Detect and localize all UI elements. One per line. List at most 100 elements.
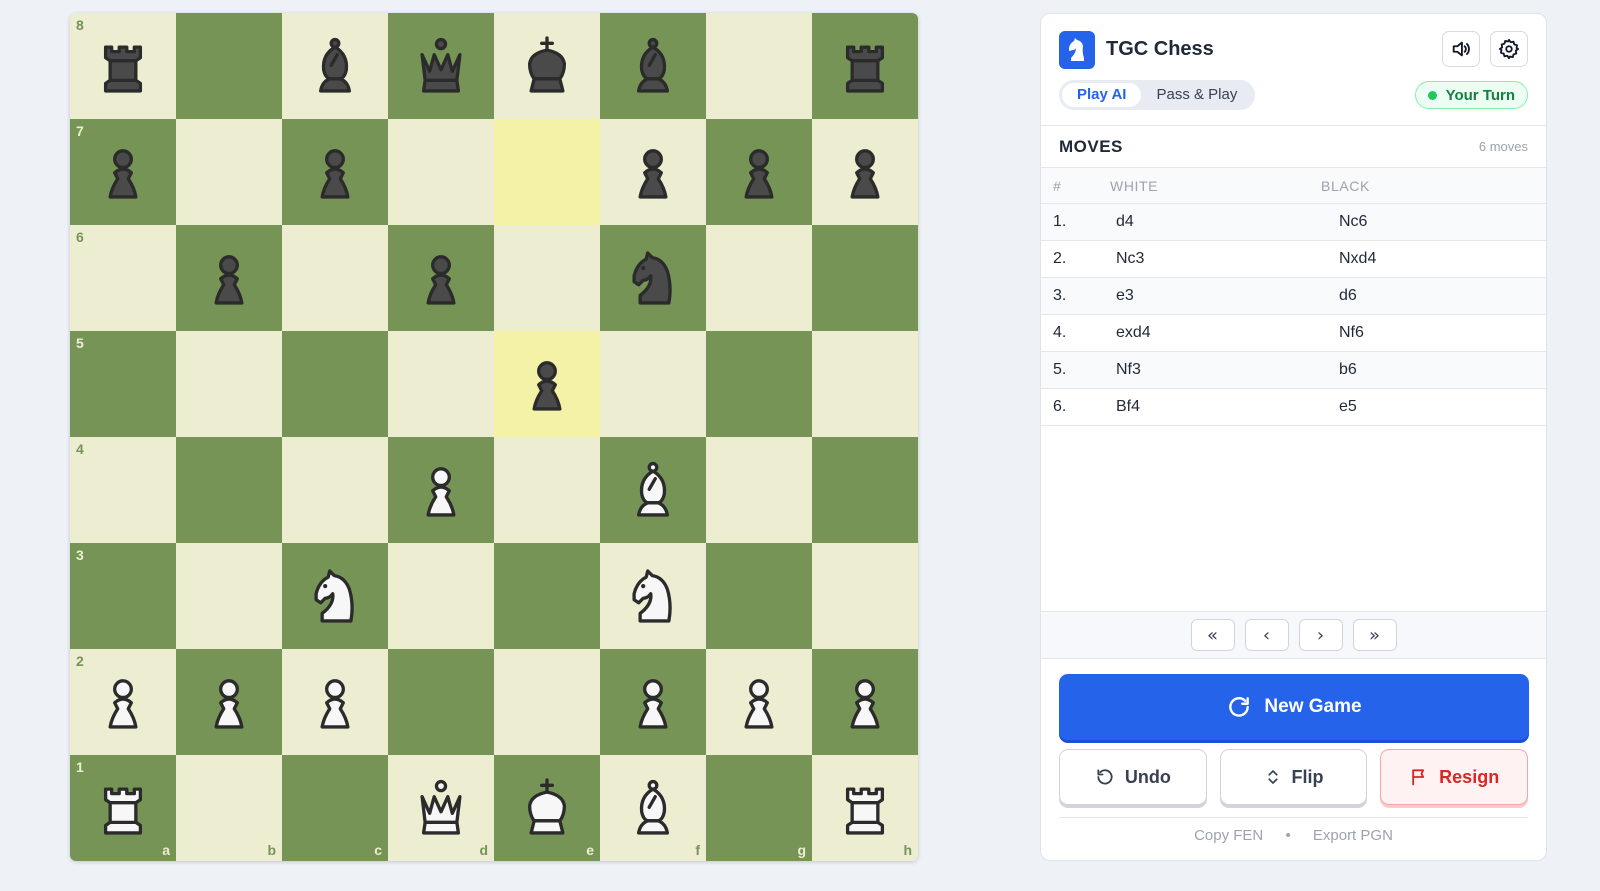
- square-a3[interactable]: 3: [70, 543, 176, 649]
- square-b4[interactable]: [176, 437, 282, 543]
- copy-fen-link[interactable]: Copy FEN: [1194, 827, 1263, 844]
- square-a7[interactable]: 7: [70, 119, 176, 225]
- square-g4[interactable]: [706, 437, 812, 543]
- sound-button[interactable]: [1442, 31, 1480, 67]
- square-d8[interactable]: [388, 13, 494, 119]
- square-c3[interactable]: [282, 543, 388, 649]
- white-queen-icon[interactable]: [407, 774, 475, 842]
- last-move-button[interactable]: »: [1352, 619, 1397, 651]
- square-a5[interactable]: 5: [70, 331, 176, 437]
- square-e3[interactable]: [494, 543, 600, 649]
- square-g8[interactable]: [706, 13, 812, 119]
- square-g3[interactable]: [706, 543, 812, 649]
- square-c6[interactable]: [282, 225, 388, 331]
- white-rook-icon[interactable]: [831, 774, 899, 842]
- square-h3[interactable]: [812, 543, 918, 649]
- square-g6[interactable]: [706, 225, 812, 331]
- white-move[interactable]: d4: [1098, 213, 1324, 231]
- square-a8[interactable]: 8: [70, 13, 176, 119]
- white-king-icon[interactable]: [513, 774, 581, 842]
- square-e7[interactable]: [494, 119, 600, 225]
- square-d2[interactable]: [388, 649, 494, 755]
- square-f3[interactable]: [600, 543, 706, 649]
- white-move[interactable]: e3: [1098, 287, 1324, 305]
- black-bishop-icon[interactable]: [301, 32, 369, 100]
- next-move-button[interactable]: ›: [1298, 619, 1343, 651]
- white-pawn-icon[interactable]: [725, 668, 793, 736]
- first-move-button[interactable]: «: [1190, 619, 1235, 651]
- white-rook-icon[interactable]: [89, 774, 157, 842]
- new-game-button[interactable]: New Game: [1059, 674, 1529, 740]
- square-c4[interactable]: [282, 437, 388, 543]
- white-pawn-icon[interactable]: [89, 668, 157, 736]
- black-move[interactable]: b6: [1324, 361, 1357, 379]
- black-move[interactable]: e5: [1324, 398, 1357, 416]
- black-pawn-icon[interactable]: [407, 244, 475, 312]
- square-b5[interactable]: [176, 331, 282, 437]
- square-b3[interactable]: [176, 543, 282, 649]
- square-h8[interactable]: [812, 13, 918, 119]
- black-pawn-icon[interactable]: [89, 138, 157, 206]
- square-e4[interactable]: [494, 437, 600, 543]
- chess-board[interactable]: 87654321abcdefgh: [70, 13, 918, 861]
- square-e2[interactable]: [494, 649, 600, 755]
- white-pawn-icon[interactable]: [407, 456, 475, 524]
- white-move[interactable]: Nf3: [1098, 361, 1324, 379]
- white-pawn-icon[interactable]: [301, 668, 369, 736]
- white-pawn-icon[interactable]: [831, 668, 899, 736]
- square-b2[interactable]: [176, 649, 282, 755]
- square-a6[interactable]: 6: [70, 225, 176, 331]
- black-queen-icon[interactable]: [407, 32, 475, 100]
- undo-button[interactable]: Undo: [1059, 749, 1207, 805]
- square-h5[interactable]: [812, 331, 918, 437]
- export-pgn-link[interactable]: Export PGN: [1313, 827, 1393, 844]
- black-pawn-icon[interactable]: [301, 138, 369, 206]
- square-f5[interactable]: [600, 331, 706, 437]
- square-g5[interactable]: [706, 331, 812, 437]
- black-move[interactable]: Nxd4: [1324, 250, 1376, 268]
- black-pawn-icon[interactable]: [513, 350, 581, 418]
- black-move[interactable]: d6: [1324, 287, 1357, 305]
- settings-button[interactable]: [1490, 31, 1528, 67]
- square-c7[interactable]: [282, 119, 388, 225]
- square-a2[interactable]: 2: [70, 649, 176, 755]
- square-c8[interactable]: [282, 13, 388, 119]
- square-f2[interactable]: [600, 649, 706, 755]
- square-d3[interactable]: [388, 543, 494, 649]
- square-h4[interactable]: [812, 437, 918, 543]
- square-b6[interactable]: [176, 225, 282, 331]
- square-a4[interactable]: 4: [70, 437, 176, 543]
- black-move[interactable]: Nc6: [1324, 213, 1367, 231]
- white-move[interactable]: exd4: [1098, 324, 1324, 342]
- black-move[interactable]: Nf6: [1324, 324, 1364, 342]
- white-knight-icon[interactable]: [619, 562, 687, 630]
- previous-move-button[interactable]: ‹: [1244, 619, 1289, 651]
- resign-button[interactable]: Resign: [1380, 749, 1529, 805]
- black-king-icon[interactable]: [513, 32, 581, 100]
- black-pawn-icon[interactable]: [725, 138, 793, 206]
- white-bishop-icon[interactable]: [619, 774, 687, 842]
- square-d6[interactable]: [388, 225, 494, 331]
- black-pawn-icon[interactable]: [831, 138, 899, 206]
- square-e1[interactable]: e: [494, 755, 600, 861]
- square-a1[interactable]: 1a: [70, 755, 176, 861]
- square-e5[interactable]: [494, 331, 600, 437]
- square-f6[interactable]: [600, 225, 706, 331]
- square-g1[interactable]: g: [706, 755, 812, 861]
- square-e8[interactable]: [494, 13, 600, 119]
- square-h2[interactable]: [812, 649, 918, 755]
- square-e6[interactable]: [494, 225, 600, 331]
- square-c5[interactable]: [282, 331, 388, 437]
- square-d7[interactable]: [388, 119, 494, 225]
- square-c1[interactable]: c: [282, 755, 388, 861]
- black-pawn-icon[interactable]: [619, 138, 687, 206]
- square-f8[interactable]: [600, 13, 706, 119]
- square-g2[interactable]: [706, 649, 812, 755]
- square-c2[interactable]: [282, 649, 388, 755]
- black-rook-icon[interactable]: [831, 32, 899, 100]
- square-h6[interactable]: [812, 225, 918, 331]
- white-pawn-icon[interactable]: [195, 668, 263, 736]
- black-bishop-icon[interactable]: [619, 32, 687, 100]
- square-f1[interactable]: f: [600, 755, 706, 861]
- square-d5[interactable]: [388, 331, 494, 437]
